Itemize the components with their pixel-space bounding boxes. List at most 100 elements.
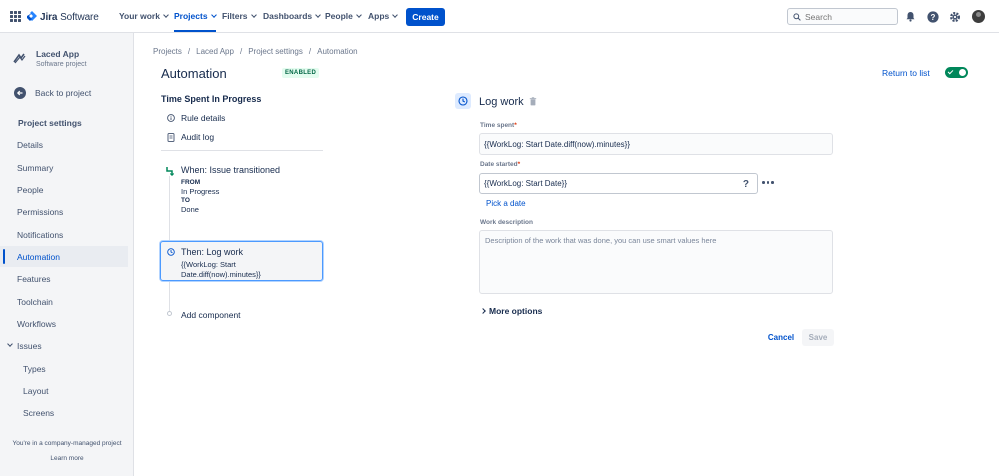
more-actions-icon[interactable] bbox=[762, 181, 774, 184]
sidebar-item-layout[interactable]: Layout bbox=[0, 380, 128, 401]
audit-log-link[interactable]: Audit log bbox=[167, 132, 214, 142]
project-header[interactable]: Laced App Software project bbox=[13, 49, 87, 68]
avatar[interactable] bbox=[972, 10, 985, 23]
search-box[interactable] bbox=[787, 8, 898, 25]
settings-icon[interactable] bbox=[948, 10, 961, 23]
chevron-right-icon bbox=[480, 308, 486, 314]
divider bbox=[161, 150, 323, 151]
rule-enabled-toggle[interactable] bbox=[945, 67, 968, 78]
nav-projects[interactable]: Projects bbox=[174, 11, 217, 32]
sidebar-item-notifications[interactable]: Notifications bbox=[0, 224, 128, 245]
return-to-list-link[interactable]: Return to list bbox=[882, 68, 930, 78]
work-description-field[interactable] bbox=[479, 230, 833, 294]
sidebar-heading: Project settings bbox=[18, 118, 82, 128]
rule-details-link[interactable]: Rule details bbox=[167, 113, 225, 123]
page-title: Automation bbox=[161, 66, 227, 81]
search-input[interactable] bbox=[805, 11, 890, 22]
date-started-label: Date started* bbox=[480, 161, 521, 168]
trigger-to-label: TO bbox=[181, 197, 190, 204]
date-started-field[interactable]: {{WorkLog: Start Date}} ? bbox=[479, 173, 758, 194]
breadcrumb-automation[interactable]: Automation bbox=[317, 47, 357, 56]
nav-your-work-label: Your work bbox=[119, 11, 160, 21]
action-component-selected[interactable]: Then: Log work {{WorkLog: Start Date.dif… bbox=[160, 241, 323, 281]
nav-dashboards-label: Dashboards bbox=[263, 11, 313, 21]
info-icon bbox=[167, 114, 175, 122]
chevron-down-icon bbox=[392, 11, 399, 18]
sidebar-item-issues[interactable]: Issues bbox=[0, 335, 128, 356]
sidebar-footer-text: You're in a company-managed project bbox=[12, 440, 122, 447]
sidebar-item-people[interactable]: People bbox=[0, 179, 128, 200]
back-to-project-link[interactable]: Back to project bbox=[14, 87, 91, 99]
chevron-down-icon bbox=[315, 11, 321, 18]
breadcrumb-separator: / bbox=[239, 47, 243, 56]
sidebar-item-details[interactable]: Details bbox=[0, 134, 128, 155]
notification-icon[interactable] bbox=[904, 10, 917, 23]
app-switcher-icon[interactable] bbox=[10, 11, 21, 22]
sidebar-item-types[interactable]: Types bbox=[0, 358, 128, 379]
jira-logo[interactable]: Jira Software bbox=[27, 10, 99, 24]
breadcrumb: Projects / Laced App / Project settings … bbox=[153, 47, 358, 56]
clock-icon bbox=[455, 93, 471, 109]
product-name: Jira Software bbox=[40, 11, 99, 23]
action-title: Then: Log work bbox=[181, 247, 244, 257]
sidebar-item-screens[interactable]: Screens bbox=[0, 402, 128, 423]
project-icon bbox=[13, 53, 26, 64]
status-badge: ENABLED bbox=[282, 68, 320, 78]
cancel-button[interactable]: Cancel bbox=[762, 329, 800, 346]
question-icon[interactable]: ? bbox=[743, 179, 749, 190]
nav-people[interactable]: People bbox=[325, 11, 362, 21]
top-navigation: Jira Software Your work Projects Filters… bbox=[0, 0, 999, 33]
save-button[interactable]: Save bbox=[802, 329, 834, 346]
nav-apps[interactable]: Apps bbox=[368, 11, 399, 21]
document-icon bbox=[167, 132, 175, 142]
work-description-label: Work description bbox=[480, 219, 533, 226]
breadcrumb-projects[interactable]: Projects bbox=[153, 47, 182, 56]
chevron-down-icon bbox=[250, 11, 257, 18]
pick-a-date-link[interactable]: Pick a date bbox=[486, 199, 526, 208]
more-options-label: More options bbox=[489, 306, 543, 316]
nav-filters-label: Filters bbox=[222, 11, 248, 21]
time-spent-value: {{WorkLog: Start Date.diff(now).minutes}… bbox=[484, 139, 631, 149]
trash-icon[interactable] bbox=[529, 97, 537, 106]
back-to-project-label: Back to project bbox=[35, 88, 92, 98]
nav-dashboards[interactable]: Dashboards bbox=[263, 11, 321, 21]
jira-logo-icon bbox=[27, 11, 37, 21]
chevron-down-icon bbox=[356, 11, 362, 18]
sidebar-item-permissions[interactable]: Permissions bbox=[0, 201, 128, 222]
breadcrumb-separator: / bbox=[187, 47, 191, 56]
nav-your-work[interactable]: Your work bbox=[119, 11, 169, 21]
trigger-from-value: In Progress bbox=[181, 187, 220, 196]
trigger-title: When: Issue transitioned bbox=[181, 165, 281, 175]
action-value: {{WorkLog: Start Date.diff(now).minutes}… bbox=[181, 260, 261, 279]
sidebar-item-summary[interactable]: Summary bbox=[0, 157, 128, 178]
project-name: Laced App bbox=[36, 49, 80, 59]
sidebar-item-workflows[interactable]: Workflows bbox=[0, 313, 128, 334]
arrow-left-icon bbox=[14, 87, 26, 99]
panel-title: Log work bbox=[479, 96, 524, 108]
sidebar-item-toolchain[interactable]: Toolchain bbox=[0, 291, 128, 312]
add-component-dot bbox=[167, 311, 172, 316]
project-type: Software project bbox=[36, 61, 87, 68]
chevron-down-icon bbox=[210, 11, 217, 18]
breadcrumb-project-settings[interactable]: Project settings bbox=[248, 47, 303, 56]
chevron-down-icon bbox=[163, 11, 169, 18]
add-component-button[interactable]: Add component bbox=[181, 310, 241, 320]
project-sidebar: Laced App Software project Back to proje… bbox=[0, 33, 134, 476]
toggle-knob bbox=[959, 69, 966, 76]
sidebar-item-automation[interactable]: Automation bbox=[0, 246, 128, 267]
nav-people-label: People bbox=[325, 11, 353, 21]
audit-log-label: Audit log bbox=[181, 132, 215, 142]
time-spent-field[interactable]: {{WorkLog: Start Date.diff(now).minutes}… bbox=[479, 133, 833, 155]
more-options-toggle[interactable]: More options bbox=[480, 306, 543, 316]
clock-icon bbox=[167, 248, 175, 256]
rule-title: Time Spent In Progress bbox=[161, 94, 262, 104]
help-icon[interactable]: ? bbox=[926, 10, 939, 23]
learn-more-link[interactable]: Learn more bbox=[0, 455, 134, 462]
search-icon bbox=[793, 12, 801, 21]
create-button[interactable]: Create bbox=[406, 8, 445, 26]
date-started-value: {{WorkLog: Start Date}} bbox=[484, 179, 568, 188]
sidebar-item-features[interactable]: Features bbox=[0, 268, 128, 289]
trigger-to-value: Done bbox=[181, 205, 199, 214]
nav-filters[interactable]: Filters bbox=[222, 11, 257, 21]
breadcrumb-laced-app[interactable]: Laced App bbox=[196, 47, 234, 56]
